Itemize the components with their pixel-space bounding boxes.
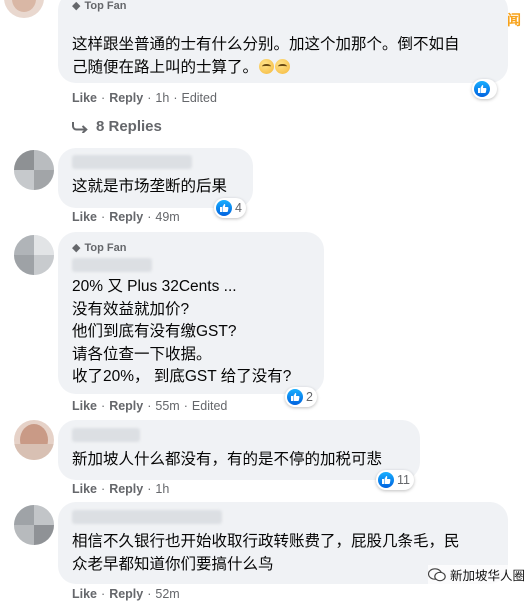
commenter-name[interactable] bbox=[72, 155, 192, 169]
top-fan-badge: ◆ Top Fan bbox=[72, 0, 127, 12]
comment-text: 这就是市场垄断的后果 bbox=[72, 178, 228, 195]
like-reaction-icon bbox=[216, 200, 232, 216]
timestamp[interactable]: 55m bbox=[155, 399, 179, 413]
comment-text: 这样跟坐普通的士有什么分别。加这个加那个。倒不如自 己随便在路上叫的士算了。 bbox=[72, 36, 460, 76]
diamond-icon: ◆ bbox=[72, 242, 81, 254]
reply-link[interactable]: Reply bbox=[109, 210, 143, 224]
avatar[interactable] bbox=[14, 150, 54, 190]
comment-text: 20% 又 Plus 32Cents ... 没有效益就加价? 他们到底有没有缴… bbox=[72, 278, 292, 385]
grimace-emoji-icon bbox=[275, 59, 291, 74]
timestamp[interactable]: 1h bbox=[155, 91, 169, 105]
reply-link[interactable]: Reply bbox=[109, 399, 143, 413]
wechat-icon bbox=[427, 567, 446, 581]
reaction-count[interactable]: 11 bbox=[376, 470, 414, 490]
watermark-badge: 新加坡华人圈 bbox=[427, 565, 525, 584]
comment-actions: Like · Reply · 1h bbox=[72, 482, 170, 496]
timestamp[interactable]: 52m bbox=[155, 587, 179, 601]
avatar[interactable] bbox=[4, 0, 44, 18]
like-link[interactable]: Like bbox=[72, 482, 97, 496]
reply-link[interactable]: Reply bbox=[109, 91, 143, 105]
reply-link[interactable]: Reply bbox=[109, 482, 143, 496]
like-reaction-icon bbox=[378, 472, 394, 488]
edited-label: Edited bbox=[191, 399, 228, 413]
like-reaction-icon bbox=[287, 389, 303, 405]
reaction-count[interactable]: 4 bbox=[214, 198, 246, 218]
like-link[interactable]: Like bbox=[72, 91, 97, 105]
diamond-icon: ◆ bbox=[72, 0, 81, 12]
edited-label: Edited bbox=[181, 91, 217, 105]
view-replies-link[interactable]: 8 Replies bbox=[72, 118, 162, 135]
comment-actions: Like · Reply · 55m · Edited bbox=[72, 399, 228, 413]
reply-arrow-icon bbox=[72, 121, 88, 133]
timestamp[interactable]: 49m bbox=[155, 210, 179, 224]
avatar[interactable] bbox=[14, 235, 54, 275]
commenter-name[interactable] bbox=[72, 510, 222, 524]
top-fan-badge: ◆ Top Fan bbox=[72, 241, 127, 255]
like-link[interactable]: Like bbox=[72, 587, 97, 601]
reaction-count[interactable]: 2 bbox=[285, 387, 317, 407]
commenter-name[interactable] bbox=[72, 428, 140, 442]
avatar[interactable] bbox=[14, 505, 54, 545]
grimace-emoji-icon bbox=[259, 59, 275, 74]
reaction-count[interactable] bbox=[472, 79, 497, 99]
comment-text: 相信不久银行也开始收取行政转账费了，屁股几条毛，民 众老早都知道你们要搞什么鸟 bbox=[72, 533, 460, 573]
reply-link[interactable]: Reply bbox=[109, 587, 143, 601]
timestamp[interactable]: 1h bbox=[155, 482, 169, 496]
like-reaction-icon bbox=[474, 81, 490, 97]
like-link[interactable]: Like bbox=[72, 210, 97, 224]
like-link[interactable]: Like bbox=[72, 399, 97, 413]
avatar[interactable] bbox=[14, 420, 54, 460]
commenter-name[interactable] bbox=[72, 258, 152, 272]
comment-actions: Like · Reply · 1h · Edited bbox=[72, 91, 217, 105]
comment-actions: Like · Reply · 49m bbox=[72, 210, 180, 224]
comment-text: 新加坡人什么都没有，有的是不停的加税可悲 bbox=[72, 451, 383, 468]
comment-actions: Like · Reply · 52m bbox=[72, 587, 180, 601]
